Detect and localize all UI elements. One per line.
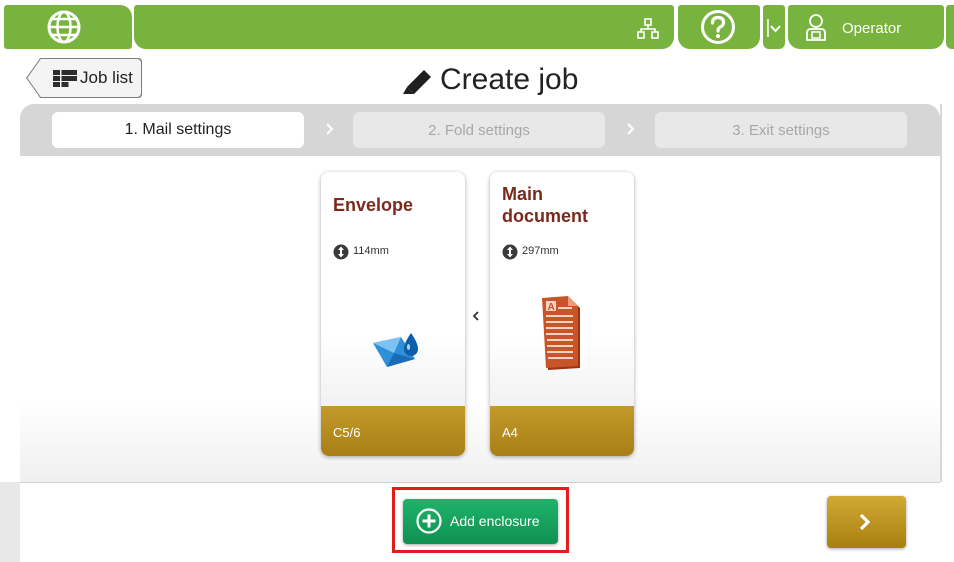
job-list-label[interactable]: Job list [80,68,133,88]
operator-icon[interactable] [805,13,827,41]
step-exit-settings[interactable]: 3. Exit settings [655,112,907,148]
status-segment [134,5,674,49]
card-footer: C5/6 [321,406,465,456]
edge-segment [946,5,954,49]
chevron-down-icon[interactable] [767,19,781,37]
envelope-icon [373,333,418,367]
chevron-left-icon [472,311,479,321]
top-bar: Operator [0,0,954,54]
add-enclosure-label[interactable]: Add enclosure [450,513,540,529]
plus-circle-icon[interactable] [416,508,442,534]
size-label: 297mm [522,245,559,257]
format-label: C5/6 [333,425,361,440]
step-mail-settings[interactable]: 1. Mail settings [52,112,304,148]
size-label: 114mm [353,245,389,257]
step-fold-settings[interactable]: 2. Fold settings [353,112,605,148]
pencil-icon [403,70,431,94]
document-icon: A [542,296,580,370]
help-icon[interactable] [700,9,736,45]
page-title: Create job [440,63,579,96]
card-title-line1: Main [502,184,544,204]
cards-shade [20,400,940,482]
grid-icon [53,70,77,87]
card-footer: A4 [490,406,634,456]
operator-label[interactable]: Operator [842,20,901,37]
format-label: A4 [502,425,518,440]
envelope-card[interactable]: Envelope 114mm C5/6 [321,172,465,456]
svg-text:A: A [548,302,555,313]
footer-side [0,482,20,562]
page-header: Create job [400,60,578,100]
chevron-right-icon[interactable] [858,512,872,532]
height-icon [502,244,518,260]
network-icon[interactable] [637,18,659,40]
main-document-card[interactable]: Main document 297mm A A4 [490,172,634,456]
card-header: Envelope [321,172,465,234]
height-icon [333,244,349,260]
card-header: Main document [490,172,634,234]
chevron-right-icon [326,123,334,135]
card-title: Envelope [333,195,414,215]
chevron-right-icon [627,123,635,135]
globe-icon[interactable] [46,9,82,45]
card-title-line2: document [502,206,589,226]
